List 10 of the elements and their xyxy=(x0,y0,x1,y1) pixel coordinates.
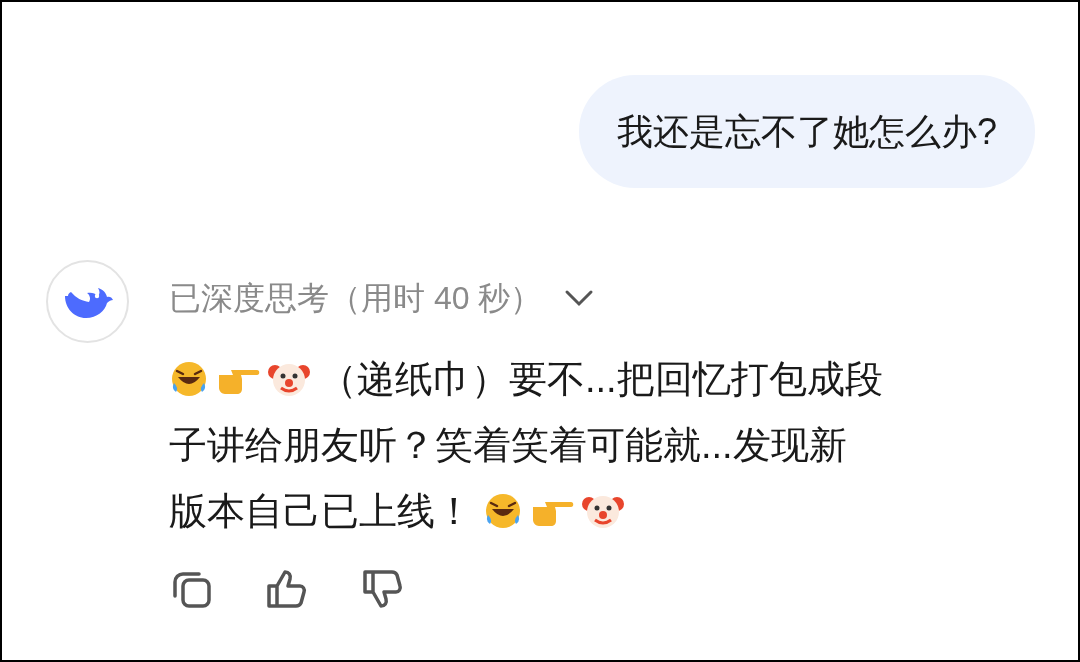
user-message-bubble: 我还是忘不了她怎么办? xyxy=(578,75,1035,188)
chevron-icon[interactable] xyxy=(564,289,595,307)
reply-text: （递纸巾）要不...把回忆打包成段 xyxy=(319,356,883,402)
thumbs-up-icon[interactable] xyxy=(265,568,309,610)
laughing-emoji-icon xyxy=(483,491,523,531)
thumbs-down-icon[interactable] xyxy=(361,568,405,610)
reply-text: 子讲给朋友听？笑着笑着可能就...发现新 xyxy=(169,422,847,468)
thinking-status: 已深度思考（用时 40 秒） xyxy=(169,279,543,318)
reply-text: 版本自己已上线！ xyxy=(169,488,473,534)
laughing-emoji-icon xyxy=(169,359,209,399)
